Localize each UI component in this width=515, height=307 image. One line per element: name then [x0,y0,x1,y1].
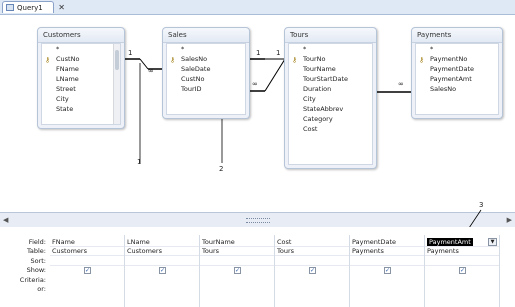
field-item[interactable]: PaymentDate [416,64,498,74]
show-checkbox[interactable]: ✓ [159,267,166,274]
field-item[interactable]: SalesNo [416,84,498,94]
splitter-grip[interactable] [245,218,270,223]
field-item[interactable]: Street [42,84,120,94]
field-item[interactable]: SaleDate [167,64,245,74]
table-cell[interactable]: Tours [200,246,274,256]
field-item[interactable]: Duration [289,84,372,94]
query-icon [6,4,14,11]
grid-column[interactable]: LName Customers ✓ [125,235,200,307]
table-cell[interactable]: Tours [275,246,349,256]
table-tours[interactable]: Tours * ⚷ TourNo TourName TourStartDate D… [284,27,377,169]
sort-cell[interactable] [275,256,349,266]
field-item[interactable]: TourID [167,84,245,94]
field-list: * ⚷ SalesNo SaleDate CustNo TourID [166,43,246,115]
table-customers[interactable]: Customers * ⚷ CustNo FName LName Street C… [37,27,125,129]
relationship-one-label: 1 [276,49,281,57]
field-item[interactable]: ⚷ PaymentNo [416,54,498,64]
scrollbar[interactable] [113,44,120,124]
sort-cell[interactable] [425,256,499,266]
row-label-table: Table: [27,247,46,255]
grid-column[interactable]: PaymentDate Payments ✓ [350,235,425,307]
grid-column[interactable]: PaymentAmt ▼ Payments ✓ [425,235,500,307]
field-item[interactable]: * [416,44,498,54]
relationship-many-label: ∞ [148,67,154,75]
field-item[interactable]: TourName [289,64,372,74]
field-list: * ⚷ PaymentNo PaymentDate PaymentAmt Sale… [415,43,499,115]
table-title[interactable]: Customers [38,28,124,43]
row-label-show: Show: [26,266,46,274]
relationship-one-label: 1 [128,49,133,57]
field-item[interactable]: CustNo [167,74,245,84]
field-item[interactable]: ⚷ CustNo [42,54,120,64]
tab-query1[interactable]: Query1 ✕ [2,1,65,13]
field-item[interactable]: City [42,94,120,104]
tab-title: Query1 [17,4,43,12]
show-checkbox[interactable]: ✓ [309,267,316,274]
query-design-grid: Field: Table: Sort: Show: Criteria: or: … [0,227,515,307]
table-title[interactable]: Payments [412,28,502,43]
sort-cell[interactable] [50,256,124,266]
field-item[interactable]: City [289,94,372,104]
field-item[interactable]: ⚷ TourNo [289,54,372,64]
field-item[interactable]: FName [42,64,120,74]
field-item[interactable]: LName [42,74,120,84]
relationship-many-label: ∞ [252,80,258,88]
field-item[interactable]: * [289,44,372,54]
field-item[interactable]: Cost [289,124,372,134]
table-cell[interactable]: Payments [350,246,424,256]
callout-2: 2 [219,165,224,173]
dropdown-arrow-icon[interactable]: ▼ [488,238,497,246]
table-sales[interactable]: Sales * ⚷ SalesNo SaleDate CustNo TourID [162,27,250,119]
sort-cell[interactable] [200,256,274,266]
scroll-left-icon[interactable]: ◀ [3,216,8,224]
field-item[interactable]: Category [289,114,372,124]
relationship-many-label: ∞ [398,80,404,88]
callout-3: 3 [479,201,484,209]
show-checkbox[interactable]: ✓ [384,267,391,274]
relationship-one-label: 1 [256,49,261,57]
field-item[interactable]: * [42,44,120,54]
field-item[interactable]: State [42,104,120,114]
sort-cell[interactable] [125,256,199,266]
row-label-or: or: [37,285,46,293]
table-cell[interactable]: Payments [425,246,499,256]
table-payments[interactable]: Payments * ⚷ PaymentNo PaymentDate Paymen… [411,27,503,119]
field-item[interactable]: * [167,44,245,54]
sort-cell[interactable] [350,256,424,266]
show-checkbox[interactable]: ✓ [459,267,466,274]
grid-columns: FName Customers ✓ LName Customers ✓ Tour… [48,235,515,307]
field-list: * ⚷ CustNo FName LName Street City State [41,43,121,125]
grid-column[interactable]: FName Customers ✓ [50,235,125,307]
show-checkbox[interactable]: ✓ [84,267,91,274]
close-icon[interactable]: ✕ [58,2,65,14]
grid-column[interactable]: Cost Tours ✓ [275,235,350,307]
grid-column[interactable]: TourName Tours ✓ [200,235,275,307]
field-item[interactable]: TourStartDate [289,74,372,84]
query-design-pane: 1 ∞ 1 1 ∞ ∞ 1 2 Customers * ⚷ CustNo FNam… [0,15,515,212]
pane-splitter[interactable]: ◀ ▶ [0,212,515,228]
table-title[interactable]: Tours [285,28,376,43]
field-item[interactable]: ⚷ SalesNo [167,54,245,64]
field-item[interactable]: StateAbbrev [289,104,372,114]
callout-1: 1 [137,158,142,166]
field-item[interactable]: PaymentAmt [416,74,498,84]
scroll-right-icon[interactable]: ▶ [507,216,512,224]
table-cell[interactable]: Customers [50,246,124,256]
table-cell[interactable]: Customers [125,246,199,256]
table-title[interactable]: Sales [163,28,249,43]
document-tab-bar: Query1 ✕ [0,0,515,15]
field-list: * ⚷ TourNo TourName TourStartDate Duratio… [288,43,373,165]
show-checkbox[interactable]: ✓ [234,267,241,274]
